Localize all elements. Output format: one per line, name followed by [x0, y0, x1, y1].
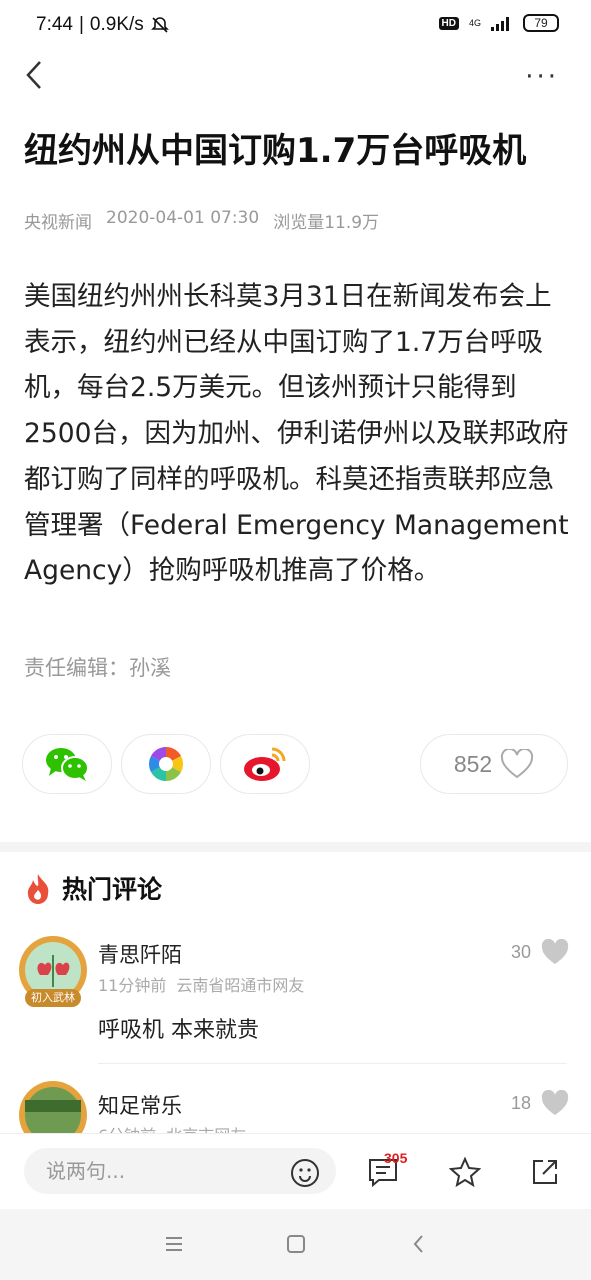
- battery-indicator: 79: [523, 14, 559, 32]
- status-bar: 7:44 | 0.9K/s HD 4G 79: [0, 0, 591, 52]
- fire-icon: [27, 874, 49, 904]
- comment-time: 6分钟前: [98, 1122, 156, 1133]
- article-title: 纽约州从中国订购1.7万台呼吸机: [24, 131, 527, 171]
- hd-badge: HD: [438, 16, 459, 30]
- heart-icon: [501, 749, 534, 779]
- weibo-icon: [244, 747, 286, 781]
- more-icon[interactable]: ···: [525, 62, 559, 92]
- comment-like-count: 30: [510, 942, 531, 962]
- share-wechat-button[interactable]: [22, 734, 112, 794]
- heart-icon[interactable]: [541, 939, 569, 965]
- article-body: 美国纽约州州长科莫3月31日在新闻发布会上表示，纽约州已经从中国订购了1.7万台…: [24, 281, 569, 587]
- menu-icon[interactable]: [163, 1233, 185, 1255]
- share-weibo-button[interactable]: [220, 734, 310, 794]
- home-icon[interactable]: [285, 1233, 307, 1255]
- article-source[interactable]: 央视新闻: [24, 208, 92, 233]
- network-label: 4G: [468, 18, 481, 28]
- comment-username[interactable]: 青思阡陌: [98, 939, 182, 969]
- status-left: 7:44 | 0.9K/s: [36, 14, 170, 36]
- article-views: 浏览量11.9万: [273, 213, 380, 233]
- back-icon[interactable]: [22, 58, 46, 92]
- section-divider: [0, 842, 591, 852]
- hot-comments-title: 热门评论: [62, 875, 163, 904]
- comment-like-count: 18: [510, 1093, 531, 1113]
- comment-time: 11分钟前: [98, 976, 167, 995]
- article-editor: 责任编辑：孙溪: [24, 656, 171, 680]
- share-icon[interactable]: [529, 1156, 561, 1188]
- comment-item: 初入武林 青思阡陌 11分钟前 云南省昭通市网友 30 呼吸机 本来就贵: [0, 935, 591, 1065]
- comment-username[interactable]: 知足常乐: [98, 1090, 182, 1120]
- star-icon[interactable]: [449, 1156, 481, 1188]
- like-button[interactable]: 852: [420, 734, 568, 794]
- status-net-speed: 0.9K/s: [89, 14, 144, 35]
- comment-divider: [98, 1063, 567, 1064]
- status-right: HD 4G 79: [438, 14, 559, 32]
- heart-icon[interactable]: [541, 1090, 569, 1116]
- avatar[interactable]: [18, 1080, 88, 1133]
- emoji-icon[interactable]: [290, 1158, 320, 1188]
- signal-icon: [491, 17, 509, 31]
- bottom-action-bar: 说两句... 305: [0, 1133, 591, 1209]
- user-level-badge: 初入武林: [25, 989, 81, 1007]
- article-meta: 央视新闻 2020-04-01 07:30 浏览量11.9万: [24, 208, 379, 233]
- system-nav-bar: [0, 1209, 591, 1280]
- nav-back-icon[interactable]: [408, 1233, 430, 1255]
- status-divider: |: [78, 14, 84, 35]
- comment-location: 北京市网友: [166, 1122, 246, 1133]
- comment-count-badge: 305: [384, 1150, 408, 1166]
- comment-item: 知足常乐 6分钟前 北京市网友 18: [0, 1080, 591, 1133]
- comment-location: 云南省昭通市网友: [176, 976, 305, 995]
- comment-text: 呼吸机 本来就贵: [98, 1018, 259, 1043]
- mute-icon: [150, 17, 169, 33]
- share-moments-button[interactable]: [121, 734, 211, 794]
- hot-comments-header: 热门评论: [24, 870, 162, 906]
- comment-meta: 11分钟前 云南省昭通市网友: [98, 972, 304, 996]
- wechat-icon: [46, 748, 89, 781]
- article-datetime: 2020-04-01 07:30: [106, 208, 260, 228]
- comment-meta: 6分钟前 北京市网友: [98, 1122, 246, 1133]
- like-count: 852: [453, 750, 493, 777]
- moments-icon: [149, 747, 183, 781]
- status-time: 7:44: [36, 14, 73, 35]
